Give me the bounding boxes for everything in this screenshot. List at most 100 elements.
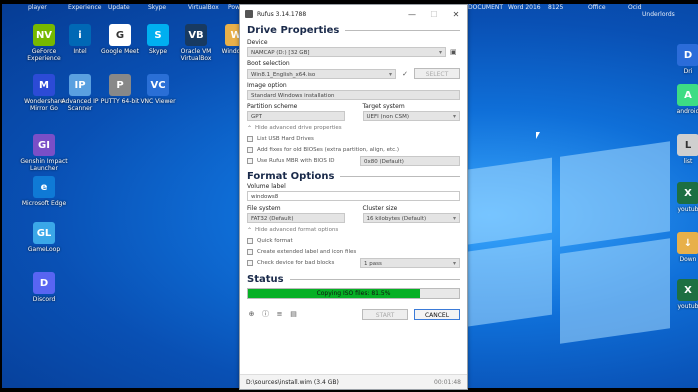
desktop-top-label[interactable]: Word 2016 (508, 4, 541, 11)
desktop-top-label[interactable]: player (28, 4, 47, 11)
bios-id-dropdown[interactable]: 0x80 (Default) (360, 155, 460, 166)
desktop-top-right-label[interactable]: Underlords (642, 11, 675, 18)
shortcut-label: Genshin Impact Launcher (20, 158, 68, 172)
partition-scheme-dropdown[interactable]: GPT (247, 111, 345, 121)
app-icon: X (677, 182, 698, 204)
boot-selection-value: Win8.1_English_x64.iso (251, 71, 316, 78)
app-icon: VC (147, 74, 169, 96)
app-icon: IP (69, 74, 91, 96)
passes-dropdown[interactable]: 1 pass ▾ (360, 257, 460, 268)
start-button[interactable]: START (362, 308, 408, 320)
format-options-heading: Format Options (240, 169, 467, 183)
divider (345, 29, 460, 31)
quick-format-label: Quick format (257, 237, 293, 244)
desktop-top-label[interactable]: VirtualBox (188, 4, 219, 11)
old-bios-checkbox[interactable]: Add fixes for old BIOSes (extra partitio… (240, 144, 467, 155)
rufus-mbr-checkbox[interactable]: Use Rufus MBR with BIOS ID (240, 155, 360, 166)
app-icon: G (109, 24, 131, 46)
desktop-top-label[interactable]: Ocid (628, 4, 642, 11)
desktop-top-label[interactable]: Skype (148, 4, 166, 11)
chevron-up-icon: ⌃ (247, 124, 253, 132)
status-title: Status (247, 273, 284, 285)
device-label: Device (247, 39, 268, 46)
app-icon: i (69, 24, 91, 46)
cancel-button[interactable]: CANCEL (414, 308, 460, 320)
cluster-size-dropdown[interactable]: 16 kilobytes (Default) ▾ (362, 213, 460, 223)
desktop-shortcut[interactable]: ↓ Down (662, 232, 698, 263)
desktop-top-label[interactable]: DOCUMENT (468, 4, 503, 11)
desktop-shortcut[interactable]: Llist (662, 134, 698, 165)
desktop-top-label[interactable]: Update (108, 4, 130, 11)
app-icon: D (677, 44, 698, 66)
globe-icon[interactable]: ⊕ (247, 310, 256, 319)
image-option-dropdown[interactable]: Standard Windows installation (247, 90, 460, 100)
divider (340, 175, 460, 177)
maximize-button[interactable]: ☐ (423, 10, 445, 19)
device-dropdown[interactable]: NAMCAP (D:) [32 GB] ▾ (247, 47, 446, 57)
shortcut-label: Down (679, 256, 697, 263)
desktop-shortcut[interactable]: D Discord (18, 272, 70, 303)
target-system-value: UEFI (non CSM) (366, 114, 410, 120)
status-heading: Status (240, 272, 467, 286)
list-usb-checkbox[interactable]: List USB Hard Drives (240, 133, 467, 144)
app-icon: A (677, 84, 698, 106)
check-icon[interactable]: ✓ (400, 70, 410, 78)
status-path: D:\sources\install.wim (3.4 GB) (246, 378, 339, 386)
volume-label-input[interactable]: windows8 (247, 191, 460, 201)
rufus-app-icon (245, 10, 253, 18)
desktop-shortcut[interactable]: Aandroid (662, 84, 698, 115)
minimize-button[interactable]: — (401, 10, 423, 19)
bios-id-value: 0x80 (Default) (364, 158, 404, 165)
extended-label-label: Create extended label and icon files (257, 248, 357, 255)
cluster-size-value: 16 kilobytes (Default) (366, 216, 427, 222)
shortcut-label: android (676, 108, 698, 115)
bad-blocks-checkbox[interactable]: Check device for bad blocks (240, 257, 360, 268)
log-icon[interactable]: ▤ (289, 310, 298, 319)
quick-format-checkbox[interactable]: Quick format (240, 235, 467, 246)
desktop-shortcut[interactable]: e Microsoft Edge (18, 176, 70, 207)
checkbox-box[interactable] (247, 135, 253, 142)
extended-label-checkbox[interactable]: Create extended label and icon files (240, 246, 467, 257)
checkbox-box[interactable] (247, 237, 253, 244)
image-option-label: Image option (247, 82, 287, 89)
desktop-top-label[interactable]: Office (588, 4, 606, 11)
cluster-size-label: Cluster size (362, 205, 398, 212)
format-options-title: Format Options (247, 170, 335, 182)
close-button[interactable]: ✕ (445, 10, 467, 19)
chevron-down-icon: ▾ (452, 113, 456, 120)
desktop-shortcut[interactable]: VC VNC Viewer (132, 74, 184, 105)
boot-selection-label: Boot selection (247, 60, 290, 67)
boot-selection-dropdown[interactable]: Win8.1_English_x64.iso ▾ (247, 68, 396, 79)
desktop-shortcut[interactable]: Xyoutub (662, 182, 698, 213)
rufus-window[interactable]: Rufus 3.14.1788 — ☐ ✕ Drive Properties D… (239, 4, 468, 390)
app-icon: NV (33, 24, 55, 46)
select-button[interactable]: SELECT (414, 68, 460, 79)
target-system-dropdown[interactable]: UEFI (non CSM) ▾ (362, 111, 460, 121)
app-icon: M (33, 74, 55, 96)
desktop-shortcut[interactable]: Xyoutub (662, 279, 698, 310)
passes-value: 1 pass (364, 260, 382, 267)
save-icon[interactable]: ▣ (450, 48, 460, 56)
advanced-drive-toggle[interactable]: ⌃ Hide advanced drive properties (240, 123, 467, 133)
checkbox-box[interactable] (247, 248, 253, 255)
checkbox-box[interactable] (247, 146, 253, 153)
desktop-top-label[interactable]: 8125 (548, 4, 563, 11)
checkbox-box[interactable] (247, 157, 253, 164)
settings-icon[interactable]: ≡ (275, 310, 284, 319)
advanced-drive-toggle-label: Hide advanced drive properties (255, 125, 342, 131)
old-bios-label: Add fixes for old BIOSes (extra partitio… (257, 146, 400, 153)
volume-label-label: Volume label (247, 183, 286, 190)
desktop-shortcut[interactable]: GL GameLoop (18, 222, 70, 253)
title-bar[interactable]: Rufus 3.14.1788 — ☐ ✕ (240, 5, 467, 23)
checkbox-box[interactable] (247, 259, 253, 266)
divider (289, 278, 460, 280)
desktop-shortcut[interactable]: GI Genshin Impact Launcher (18, 134, 70, 172)
desktop-top-label[interactable]: Experience (68, 4, 101, 11)
desktop-shortcut[interactable]: D Dri (662, 44, 698, 75)
file-system-dropdown[interactable]: FAT32 (Default) (247, 213, 345, 223)
app-icon: ↓ (677, 232, 698, 254)
advanced-format-toggle[interactable]: ⌃ Hide advanced format options (240, 225, 467, 235)
info-icon[interactable]: ⓘ (261, 310, 270, 319)
shortcut-label: Microsoft Edge (21, 200, 67, 207)
app-icon: VB (185, 24, 207, 46)
